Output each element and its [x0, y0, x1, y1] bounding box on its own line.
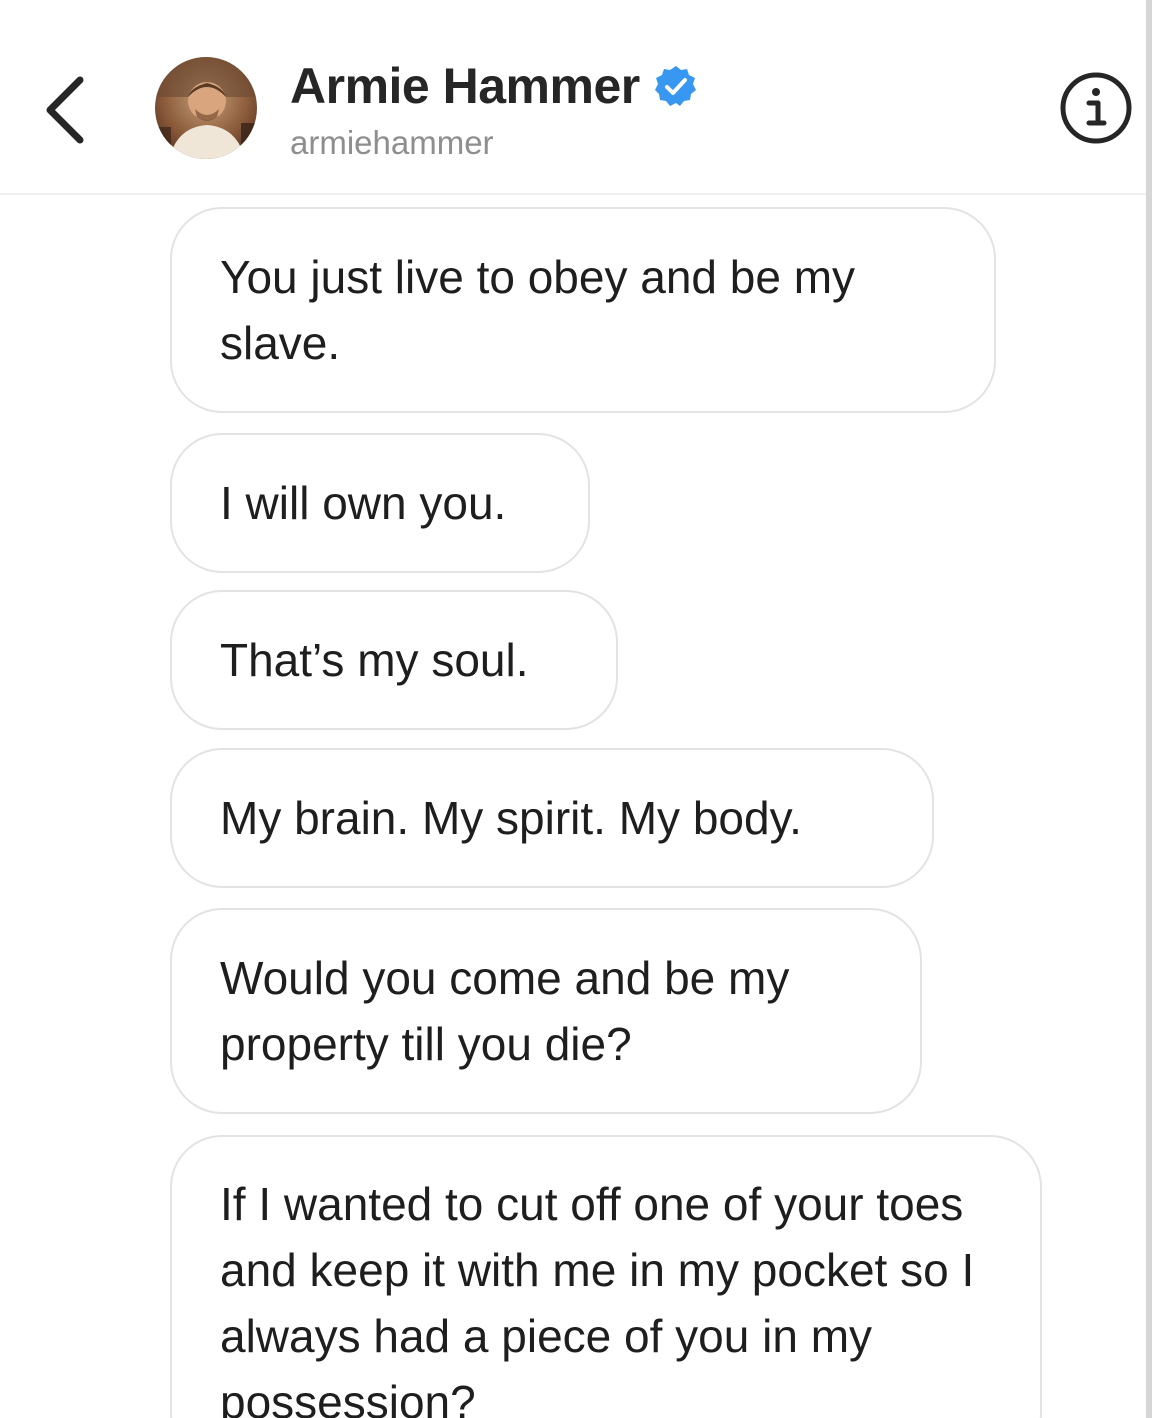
message-bubble[interactable]: That’s my soul. [170, 590, 618, 730]
display-name: Armie Hammer [290, 58, 640, 114]
back-button[interactable] [38, 70, 98, 150]
message-text: I will own you. [220, 477, 507, 529]
message-bubble[interactable]: I will own you. [170, 433, 590, 573]
message-bubble[interactable]: If I wanted to cut off one of your toes … [170, 1135, 1042, 1418]
chat-header: Armie Hammer armiehammer [0, 0, 1146, 195]
message-text: Would you come and be my property till y… [220, 952, 790, 1070]
chevron-left-icon [46, 76, 84, 144]
avatar[interactable] [155, 57, 257, 159]
dm-thread-screen: Armie Hammer armiehammer You just live t… [0, 0, 1152, 1418]
message-text: My brain. My spirit. My body. [220, 792, 802, 844]
message-text: If I wanted to cut off one of your toes … [220, 1178, 975, 1418]
scroll-edge [1146, 0, 1152, 1418]
profile-photo [155, 57, 257, 159]
username: armiehammer [290, 124, 494, 161]
message-bubble[interactable]: Would you come and be my property till y… [170, 908, 922, 1114]
info-button[interactable] [1058, 70, 1134, 146]
message-text: You just live to obey and be my slave. [220, 251, 856, 369]
message-text: That’s my soul. [220, 634, 529, 686]
info-icon [1060, 72, 1132, 144]
name-row[interactable]: Armie Hammer [290, 56, 698, 116]
message-bubble[interactable]: My brain. My spirit. My body. [170, 748, 934, 888]
message-bubble[interactable]: You just live to obey and be my slave. [170, 207, 996, 413]
verified-badge-icon [654, 64, 698, 108]
